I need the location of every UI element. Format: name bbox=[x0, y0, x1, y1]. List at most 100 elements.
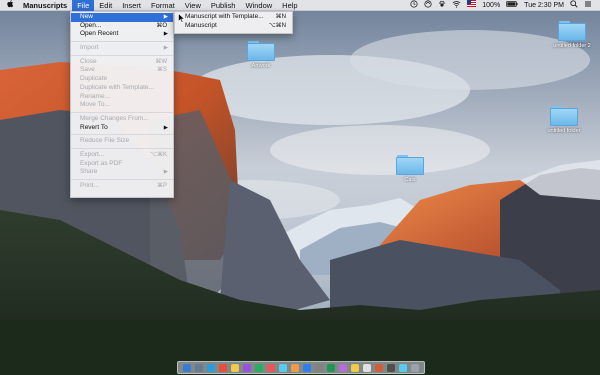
clock-time[interactable]: Tue 2:30 PM bbox=[524, 0, 564, 11]
mouse-pointer-icon bbox=[178, 12, 186, 25]
menu-item-label: Rename... bbox=[80, 92, 110, 100]
folder-label: untitled folder 2 bbox=[553, 43, 591, 49]
file-menu-item-save[interactable]: Save ⌘S bbox=[71, 66, 173, 75]
menu-bar: Manuscripts File Edit Insert Format View… bbox=[0, 0, 600, 11]
file-menu-item-reduce-file-size[interactable]: Reduce File Size bbox=[71, 137, 173, 146]
menu-item-shortcut: ⌘O bbox=[156, 22, 167, 29]
app-menu[interactable]: Manuscripts bbox=[18, 0, 72, 11]
file-menu-item-merge-changes[interactable]: Merge Changes From... bbox=[71, 115, 173, 124]
menu-window[interactable]: Window bbox=[240, 0, 277, 11]
file-menu-item-open-recent[interactable]: Open Recent ▶ bbox=[71, 30, 173, 39]
menu-item-label: Merge Changes From... bbox=[80, 114, 149, 122]
menu-item-label: Manuscript bbox=[185, 21, 217, 29]
flag-icon[interactable] bbox=[467, 0, 477, 11]
menu-item-shortcut: ⌘P bbox=[156, 183, 167, 189]
app-icon[interactable] bbox=[387, 363, 395, 372]
desktop-folder-untitled[interactable]: untitled folder bbox=[534, 106, 594, 134]
file-menu-item-export-pdf[interactable]: Export as PDF bbox=[71, 160, 173, 169]
file-menu-item-duplicate[interactable]: Duplicate bbox=[71, 75, 173, 84]
manuscripts-app-icon[interactable] bbox=[375, 363, 383, 372]
app-icon[interactable] bbox=[351, 363, 359, 372]
submenu-arrow-icon: ▶ bbox=[163, 45, 168, 52]
menu-format[interactable]: Format bbox=[146, 0, 180, 11]
file-menu-item-open[interactable]: Open... ⌘O bbox=[71, 22, 173, 31]
apple-menu-icon[interactable] bbox=[0, 0, 18, 11]
file-menu-item-revert-to[interactable]: Revert To ▶ bbox=[71, 124, 173, 133]
file-menu-item-print[interactable]: Print... ⌘P bbox=[71, 182, 173, 191]
menu-insert[interactable]: Insert bbox=[117, 0, 146, 11]
folder-label: untitled folder bbox=[547, 128, 581, 134]
folder-icon bbox=[247, 41, 275, 61]
sync-icon[interactable] bbox=[424, 0, 432, 12]
finder-icon[interactable] bbox=[183, 363, 191, 372]
app-icon[interactable] bbox=[279, 363, 287, 372]
menu-item-label: Export... bbox=[80, 150, 105, 158]
list-icon[interactable] bbox=[584, 0, 592, 12]
search-icon[interactable] bbox=[570, 0, 578, 12]
status-area: 100% Tue 2:30 PM bbox=[410, 0, 600, 11]
menu-separator bbox=[71, 54, 173, 56]
menu-item-label: Share bbox=[80, 168, 98, 176]
menu-help[interactable]: Help bbox=[277, 0, 302, 11]
file-menu-item-move-to[interactable]: Move To... bbox=[71, 101, 173, 110]
dock bbox=[177, 361, 425, 374]
app-icon[interactable] bbox=[291, 363, 299, 372]
menu-item-label: Reduce File Size bbox=[80, 137, 130, 145]
menu-item-label: Close bbox=[80, 57, 97, 65]
menu-item-shortcut: ⌘S bbox=[156, 67, 167, 74]
app-icon[interactable] bbox=[303, 363, 311, 372]
folder-icon bbox=[558, 21, 586, 41]
submenu-item-manuscript-with-template[interactable]: Manuscript with Template... ⌘N bbox=[175, 13, 292, 22]
notes-icon[interactable] bbox=[231, 363, 239, 372]
battery-icon[interactable] bbox=[506, 0, 518, 11]
file-menu-item-duplicate-with-template[interactable]: Duplicate with Template... bbox=[71, 84, 173, 93]
menu-separator bbox=[71, 179, 173, 180]
app-icon[interactable] bbox=[327, 363, 335, 372]
wifi-icon[interactable] bbox=[452, 0, 461, 12]
file-menu-item-close[interactable]: Close ⌘W bbox=[71, 58, 173, 67]
trash-icon[interactable] bbox=[411, 363, 419, 372]
menu-item-label: Import bbox=[80, 44, 99, 52]
menu-item-label: Move To... bbox=[80, 101, 110, 109]
menu-separator bbox=[71, 41, 173, 43]
file-menu-item-share[interactable]: Share ▶ bbox=[71, 168, 173, 177]
folder-label: Artwork bbox=[251, 63, 271, 69]
file-menu-item-import[interactable]: Import ▶ bbox=[71, 44, 173, 53]
menu-file[interactable]: File bbox=[72, 0, 95, 11]
menu-item-label: Open Recent bbox=[80, 30, 119, 38]
paw-icon[interactable] bbox=[438, 0, 446, 12]
desktop-folder-cats[interactable]: Cats bbox=[380, 155, 440, 183]
menu-item-shortcut: ⌘W bbox=[155, 58, 167, 65]
calendar-icon[interactable] bbox=[267, 363, 275, 372]
folder-icon bbox=[550, 106, 578, 126]
safari-icon[interactable] bbox=[207, 363, 215, 372]
app-icon[interactable] bbox=[339, 363, 347, 372]
menu-item-shortcut: ⌥⌘N bbox=[268, 22, 286, 29]
menu-item-label: Save bbox=[80, 66, 95, 74]
menu-view[interactable]: View bbox=[180, 0, 206, 11]
folder-icon[interactable] bbox=[399, 363, 407, 372]
desktop-folder-untitled-2[interactable]: untitled folder 2 bbox=[542, 21, 600, 49]
menu-item-label: Manuscript with Template... bbox=[185, 13, 264, 20]
menu-edit[interactable]: Edit bbox=[94, 0, 117, 11]
system-preferences-icon[interactable] bbox=[315, 363, 323, 372]
launchpad-icon[interactable] bbox=[195, 363, 203, 372]
desktop-folder-artwork[interactable]: Artwork bbox=[231, 41, 291, 69]
menu-item-shortcut: ⌥⌘K bbox=[150, 151, 167, 158]
messages-icon[interactable] bbox=[255, 363, 263, 372]
battery-percent: 100% bbox=[482, 2, 501, 9]
menu-publish[interactable]: Publish bbox=[206, 0, 241, 11]
file-menu-item-export[interactable]: Export... ⌥⌘K bbox=[71, 151, 173, 160]
clock-icon[interactable] bbox=[410, 0, 418, 12]
submenu-item-manuscript[interactable]: Manuscript ⌥⌘N bbox=[175, 22, 292, 31]
file-menu-item-new[interactable]: New ▶ bbox=[71, 13, 173, 22]
submenu-arrow-icon: ▶ bbox=[163, 124, 168, 131]
app-icon[interactable] bbox=[243, 363, 251, 372]
menu-separator bbox=[71, 147, 173, 149]
menu-item-label: Duplicate bbox=[80, 75, 108, 83]
menu-separator bbox=[71, 134, 173, 136]
submenu-arrow-icon: ▶ bbox=[163, 14, 168, 20]
app-icon[interactable] bbox=[219, 363, 227, 372]
app-icon[interactable] bbox=[363, 363, 371, 372]
file-menu-item-rename[interactable]: Rename... bbox=[71, 93, 173, 102]
